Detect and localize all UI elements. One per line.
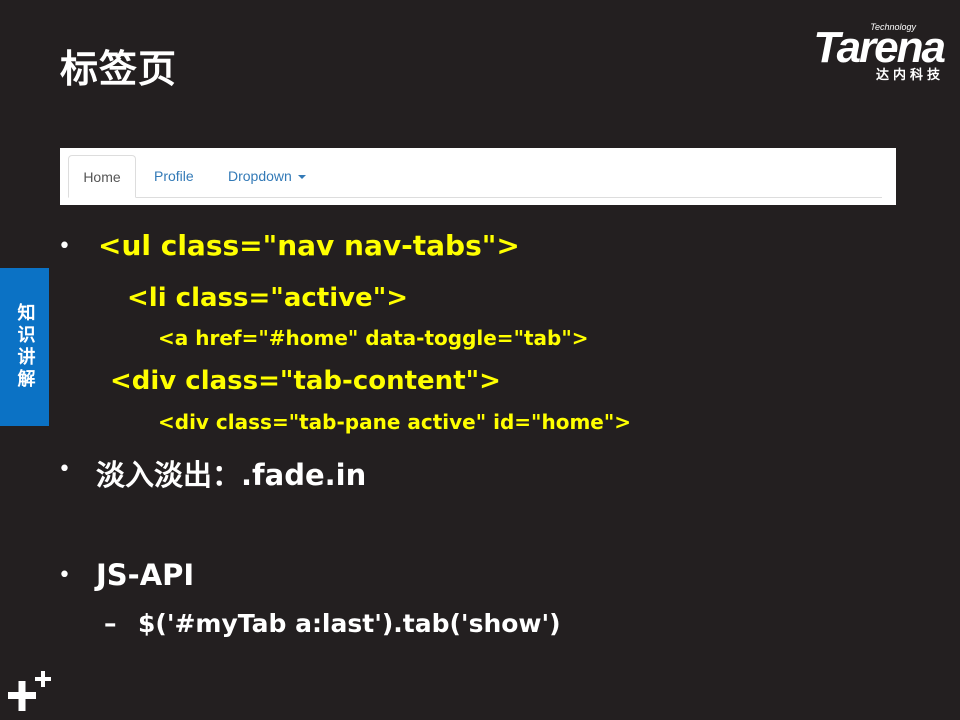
- fade-bullet: 淡入淡出：.fade.in: [96, 458, 367, 492]
- plus-plus-icon: [8, 671, 51, 711]
- tabs-demo-panel: Home Profile Dropdown: [60, 148, 896, 205]
- tab-home[interactable]: Home: [68, 155, 136, 198]
- bullet-icon: •: [58, 563, 71, 588]
- caret-down-icon: [297, 175, 306, 180]
- nav-tabs: Home Profile Dropdown: [68, 155, 882, 198]
- side-label-text: 知识讲解: [14, 303, 36, 391]
- logo-chinese: 达内科技: [875, 68, 944, 83]
- page-title: 标签页: [60, 47, 178, 91]
- tarena-logo: Technology Tarena 达内科技: [779, 22, 946, 84]
- code-li: <li class="active">: [127, 283, 409, 313]
- tab-profile[interactable]: Profile: [154, 155, 194, 196]
- tab-dropdown[interactable]: Dropdown: [228, 155, 306, 196]
- code-pane: <div class="tab-pane active" id="home">: [158, 410, 632, 434]
- side-label: 知识讲解: [0, 268, 49, 426]
- bullet-icon: •: [58, 457, 71, 482]
- tab-dropdown-label: Dropdown: [228, 168, 292, 184]
- jsapi-example: $('#myTab a:last').tab('show'): [138, 609, 561, 638]
- code-a: <a href="#home" data-toggle="tab">: [158, 326, 589, 350]
- jsapi-bullet: JS-API: [96, 558, 195, 592]
- code-div: <div class="tab-content">: [110, 366, 501, 396]
- bullet-icon: •: [58, 234, 71, 259]
- dash-icon: –: [104, 609, 117, 638]
- code-ul: <ul class="nav nav-tabs">: [98, 229, 520, 262]
